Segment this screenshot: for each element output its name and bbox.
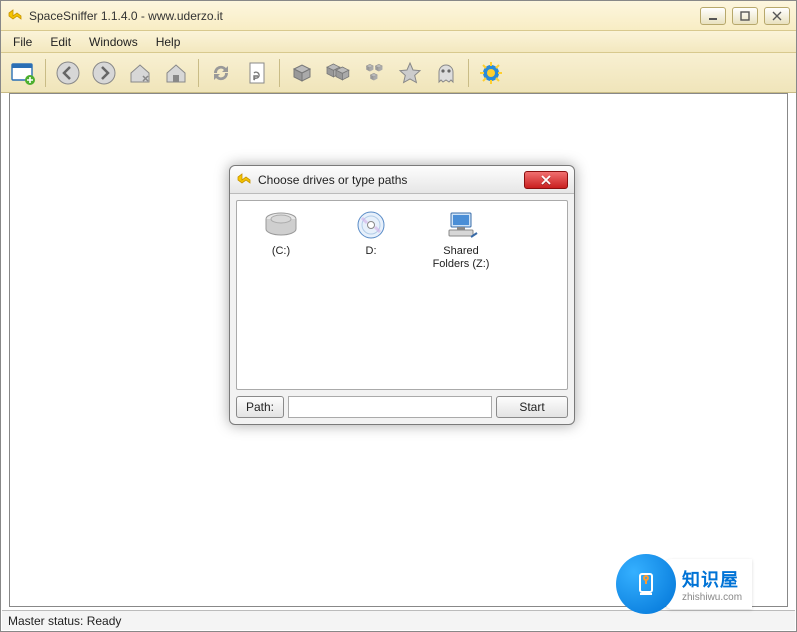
network-drive-icon — [443, 209, 479, 241]
window-title: SpaceSniffer 1.1.4.0 - www.uderzo.it — [29, 9, 700, 23]
drive-list: (C:) D: Shared Folders (Z:) — [236, 200, 568, 390]
drive-label: Shared Folders (Z:) — [425, 245, 497, 270]
back-button[interactable] — [52, 57, 84, 89]
drive-label: (C:) — [245, 245, 317, 258]
toolbar-separator — [198, 59, 199, 87]
drive-item-c[interactable]: (C:) — [245, 209, 317, 258]
title-bar: SpaceSniffer 1.1.4.0 - www.uderzo.it — [1, 1, 796, 31]
watermark-site: zhishiwu.com — [682, 592, 742, 603]
menu-edit[interactable]: Edit — [42, 33, 79, 51]
star-button[interactable] — [394, 57, 426, 89]
drive-label: D: — [335, 245, 407, 258]
menu-help[interactable]: Help — [148, 33, 189, 51]
window-controls — [700, 7, 790, 25]
app-icon — [7, 8, 23, 24]
box-double-button[interactable] — [322, 57, 354, 89]
minimize-button[interactable] — [700, 7, 726, 25]
toolbar-separator — [468, 59, 469, 87]
path-button[interactable]: Path: — [236, 396, 284, 418]
maximize-button[interactable] — [732, 7, 758, 25]
menu-bar: File Edit Windows Help — [1, 31, 796, 53]
dialog-titlebar[interactable]: Choose drives or type paths — [230, 166, 574, 194]
watermark-text: 知识屋 zhishiwu.com — [664, 559, 752, 609]
home-button[interactable] — [160, 57, 192, 89]
toolbar-separator — [45, 59, 46, 87]
reload-doc-button[interactable] — [241, 57, 273, 89]
dialog-footer: Path: Start — [236, 396, 568, 418]
dialog-body: (C:) D: Shared Folders (Z:) Path: Start — [230, 194, 574, 424]
close-button[interactable] — [764, 7, 790, 25]
watermark-badge-icon — [616, 554, 676, 614]
settings-button[interactable] — [475, 57, 507, 89]
drive-item-z[interactable]: Shared Folders (Z:) — [425, 209, 497, 270]
start-button[interactable]: Start — [496, 396, 568, 418]
choose-drives-dialog: Choose drives or type paths (C:) D: Shar… — [229, 165, 575, 425]
dialog-close-button[interactable] — [524, 171, 568, 189]
status-text: Master status: Ready — [8, 614, 121, 628]
ghost-button[interactable] — [430, 57, 462, 89]
box-single-button[interactable] — [286, 57, 318, 89]
watermark: 知识屋 zhishiwu.com — [616, 549, 796, 619]
cd-icon — [353, 209, 389, 241]
box-stack-button[interactable] — [358, 57, 390, 89]
refresh-button[interactable] — [205, 57, 237, 89]
toolbar-separator — [279, 59, 280, 87]
hdd-icon — [263, 209, 299, 241]
path-input[interactable] — [288, 396, 492, 418]
menu-windows[interactable]: Windows — [81, 33, 146, 51]
dialog-title: Choose drives or type paths — [258, 173, 524, 187]
forward-button[interactable] — [88, 57, 120, 89]
toolbar — [1, 53, 796, 93]
watermark-brand: 知识屋 — [682, 566, 742, 592]
dialog-icon — [236, 172, 252, 188]
drive-item-d[interactable]: D: — [335, 209, 407, 258]
menu-file[interactable]: File — [5, 33, 40, 51]
home-open-button[interactable] — [124, 57, 156, 89]
new-window-button[interactable] — [7, 57, 39, 89]
